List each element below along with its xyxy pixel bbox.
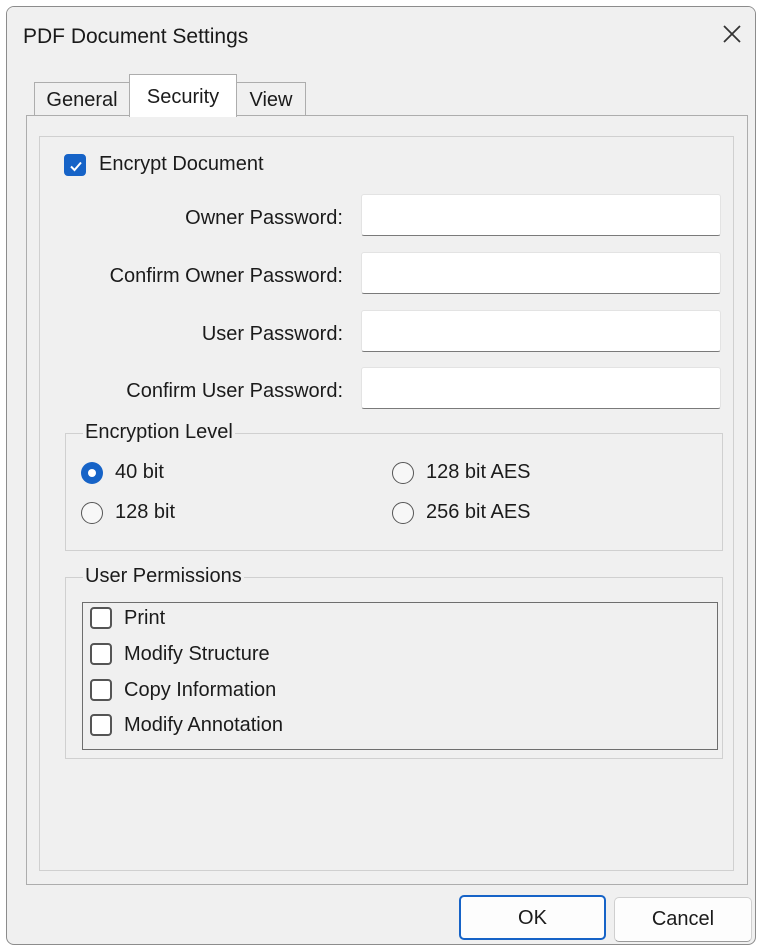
owner-password-label: Owner Password:	[185, 207, 343, 229]
user-password-label: User Password:	[201, 323, 343, 345]
cancel-button[interactable]: Cancel	[614, 897, 752, 942]
user-password-field[interactable]	[361, 310, 721, 352]
tab-security[interactable]: Security	[129, 74, 237, 117]
tab-general[interactable]: General	[34, 82, 130, 116]
encrypt-document-label: Encrypt Document	[99, 153, 264, 175]
permission-copy-information-checkbox[interactable]	[90, 679, 112, 701]
encryption-level-title: Encryption Level	[83, 421, 235, 444]
pdf-settings-dialog: PDF Document Settings General Security V…	[6, 6, 756, 945]
confirm-user-password-field[interactable]	[361, 367, 721, 409]
radio-256-bit-aes-label: 256 bit AES	[426, 501, 531, 523]
tab-view[interactable]: View	[236, 82, 306, 116]
owner-password-field[interactable]	[361, 194, 721, 236]
radio-128-bit-aes-label: 128 bit AES	[426, 461, 531, 483]
permission-modify-structure-label: Modify Structure	[124, 643, 270, 665]
user-permissions-title: User Permissions	[83, 565, 244, 588]
encrypt-document-checkbox[interactable]	[64, 154, 86, 176]
radio-40-bit-label: 40 bit	[115, 461, 164, 483]
close-icon	[723, 25, 741, 43]
ok-button[interactable]: OK	[459, 895, 606, 940]
title-bar: PDF Document Settings	[7, 7, 755, 69]
permission-modify-annotation-label: Modify Annotation	[124, 714, 283, 736]
radio-40-bit[interactable]	[81, 462, 103, 484]
checkmark-icon	[70, 161, 82, 172]
radio-256-bit-aes[interactable]	[392, 502, 414, 524]
encryption-level-group	[65, 433, 723, 551]
permission-modify-annotation-checkbox[interactable]	[90, 714, 112, 736]
permission-copy-information-label: Copy Information	[124, 679, 277, 701]
radio-128-bit-label: 128 bit	[115, 501, 176, 523]
confirm-owner-password-label: Confirm Owner Password:	[109, 265, 343, 287]
confirm-user-password-label: Confirm User Password:	[126, 380, 343, 402]
permission-print-label: Print	[124, 607, 166, 629]
radio-128-bit[interactable]	[81, 502, 103, 524]
confirm-owner-password-field[interactable]	[361, 252, 721, 294]
permission-modify-structure-checkbox[interactable]	[90, 643, 112, 665]
dialog-title: PDF Document Settings	[23, 25, 249, 48]
permission-print-checkbox[interactable]	[90, 607, 112, 629]
close-button[interactable]	[715, 17, 749, 51]
radio-128-bit-aes[interactable]	[392, 462, 414, 484]
